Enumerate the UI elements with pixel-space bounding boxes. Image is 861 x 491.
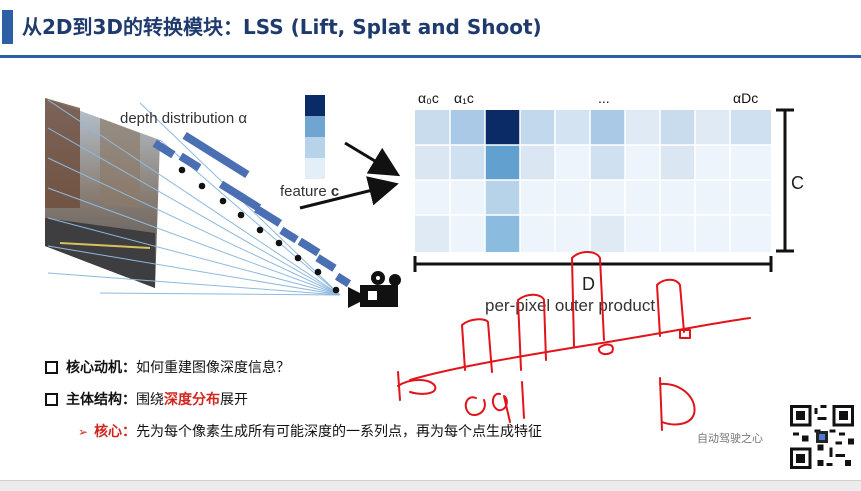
qr-code-icon	[790, 405, 854, 469]
watermark-text: 自动驾驶之心	[697, 432, 763, 445]
bottom-bar	[0, 480, 861, 491]
handwritten-annotation	[397, 251, 751, 431]
